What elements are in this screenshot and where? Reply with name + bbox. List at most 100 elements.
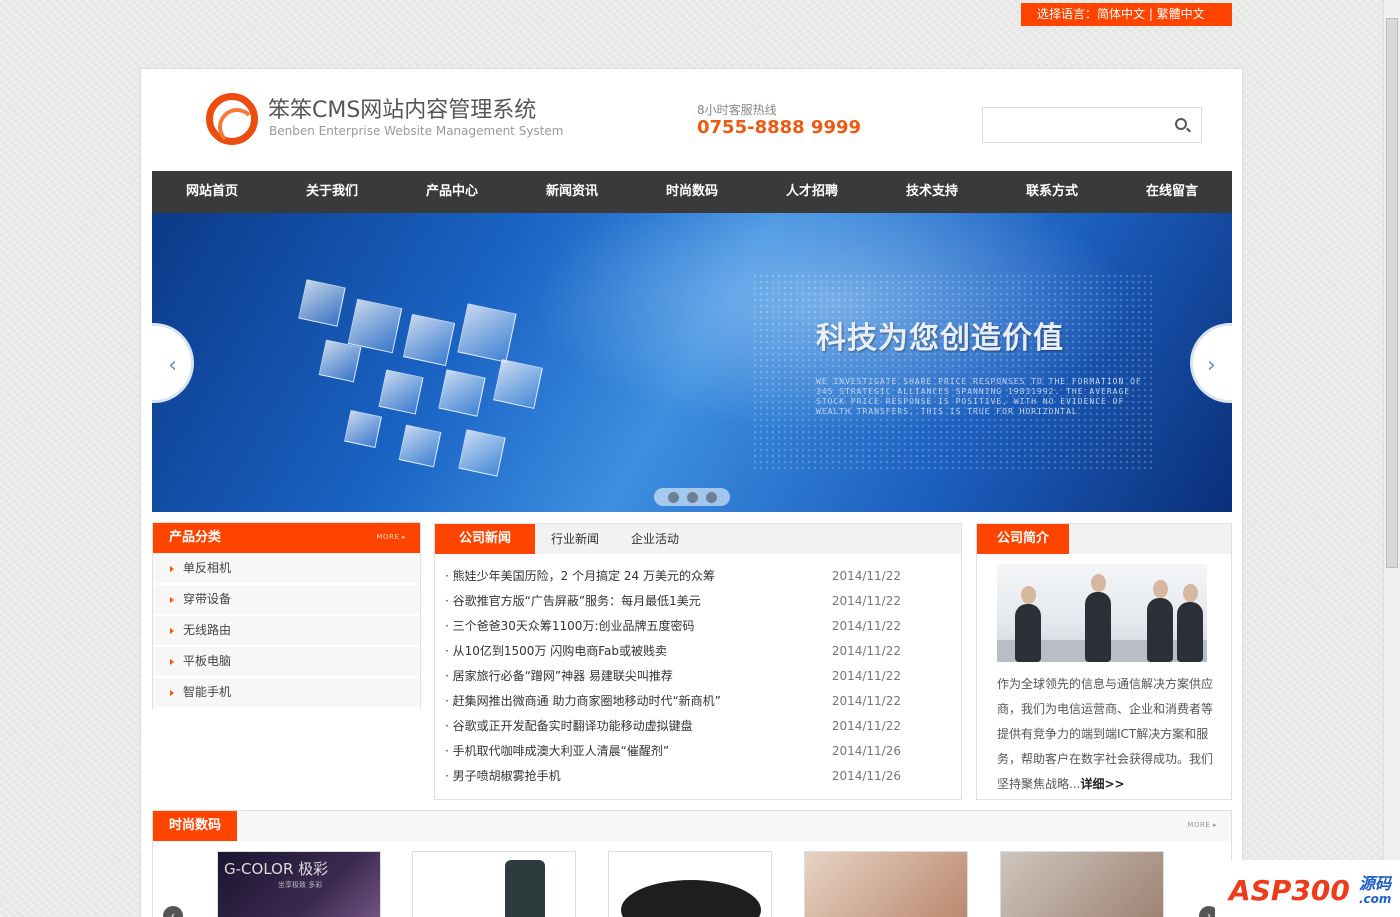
banner-dot[interactable]: [705, 491, 717, 503]
company-intro: 公司简介 作为全球领先的信息与通信解决方案供应商，我们为电信运营商、企业和消费者…: [976, 523, 1232, 800]
product-thumb[interactable]: G-COLOR 极彩 坐享极致 多彩: [217, 851, 381, 917]
news-title[interactable]: · 三个爸爸30天众筹1100万:创业品牌五度密码: [445, 619, 694, 633]
fashion-title: 时尚数码: [153, 811, 238, 841]
banner-cube: [402, 313, 456, 367]
news-item[interactable]: · 谷歌或正开发配备实时翻译功能移动虚拟键盘 2014/11/22: [445, 714, 951, 739]
speaker-image: [621, 880, 761, 917]
nav-guestbook[interactable]: 在线留言: [1112, 171, 1232, 213]
phone-image: [505, 860, 545, 917]
chevron-left-icon: ‹: [170, 909, 176, 917]
news-date: 2014/11/22: [831, 694, 901, 708]
nav-products[interactable]: 产品中心: [392, 171, 512, 213]
news-item[interactable]: · 熊娃少年美国历险，2 个月搞定 24 万美元的众筹 2014/11/22: [445, 564, 951, 589]
watermark-suffix: 源码: [1359, 874, 1392, 893]
banner-cube: [438, 369, 486, 417]
nav-digital[interactable]: 时尚数码: [632, 171, 752, 213]
news-list: · 熊娃少年美国历险，2 个月搞定 24 万美元的众筹 2014/11/22 · …: [445, 564, 951, 789]
thumb-subtext: 坐享极致 多彩: [278, 881, 323, 889]
news-date: 2014/11/22: [831, 719, 901, 733]
logo-icon[interactable]: [206, 93, 258, 146]
news-item[interactable]: · 赶集网推出微商通 助力商家圈地移动时代“新商机” 2014/11/22: [445, 689, 951, 714]
scrollbar-thumb[interactable]: [1386, 18, 1398, 568]
banner-prev-button[interactable]: ‹: [152, 323, 194, 403]
banner-subtitle: WE INVESTIGATE SHARE PRICE RESPONSES TO …: [816, 377, 1142, 416]
nav-contact[interactable]: 联系方式: [992, 171, 1112, 213]
news-item[interactable]: · 从10亿到1500万 闪购电商Fab或被贱卖 2014/11/22: [445, 639, 951, 664]
intro-photo: [997, 564, 1207, 662]
news-title[interactable]: · 从10亿到1500万 闪购电商Fab或被贱卖: [445, 644, 667, 658]
banner-cube: [493, 359, 543, 409]
category-item[interactable]: 单反相机: [153, 554, 420, 585]
banner-dot[interactable]: [686, 491, 698, 503]
language-switcher[interactable]: 选择语言：简体中文 | 繁體中文: [1021, 3, 1232, 26]
fashion-more-link[interactable]: MORE ▸: [1187, 821, 1217, 829]
chevron-right-icon: ›: [1206, 909, 1212, 917]
categories-more-link[interactable]: MORE ▸: [376, 533, 406, 541]
nav-support[interactable]: 技术支持: [872, 171, 992, 213]
banner-cube: [344, 410, 382, 448]
news-title[interactable]: · 谷歌推官方版“广告屏蔽”服务：每月最低1美元: [445, 594, 701, 608]
search-icon[interactable]: [1175, 118, 1187, 130]
main-nav: 网站首页 关于我们 产品中心 新闻资讯 时尚数码 人才招聘 技术支持 联系方式 …: [152, 171, 1232, 213]
categories-title: 产品分类: [153, 523, 238, 553]
product-thumb[interactable]: [1000, 851, 1164, 917]
thumb-text: G-COLOR 极彩: [224, 860, 329, 878]
product-thumb[interactable]: [804, 851, 968, 917]
news-title[interactable]: · 谷歌或正开发配备实时翻译功能移动虚拟键盘: [445, 719, 693, 733]
person-figure: [1147, 580, 1173, 662]
category-item[interactable]: 平板电脑: [153, 647, 420, 678]
banner-cube: [398, 424, 442, 468]
product-thumb[interactable]: [412, 851, 576, 917]
banner-next-button[interactable]: ›: [1190, 323, 1232, 403]
news-title[interactable]: · 男子喷胡椒雾抢手机: [445, 769, 561, 783]
tab-events[interactable]: 企业活动: [631, 524, 679, 554]
news-date: 2014/11/26: [831, 769, 901, 783]
banner-cube: [318, 339, 362, 383]
banner-cube: [378, 369, 424, 415]
person-figure: [1177, 584, 1203, 662]
news-date: 2014/11/22: [831, 669, 901, 683]
search-input[interactable]: [983, 108, 1163, 142]
news-title[interactable]: · 赶集网推出微商通 助力商家圈地移动时代“新商机”: [445, 694, 721, 708]
news-item[interactable]: · 居家旅行必备“蹭网”神器 易建联尖叫推荐 2014/11/22: [445, 664, 951, 689]
nav-home[interactable]: 网站首页: [152, 171, 272, 213]
hero-banner: 科技为您创造价值 WE INVESTIGATE SHARE PRICE RESP…: [152, 213, 1232, 512]
category-item[interactable]: 无线路由: [153, 616, 420, 647]
logo-title[interactable]: 笨笨CMS网站内容管理系统: [268, 92, 536, 124]
news-title[interactable]: · 手机取代咖啡成澳大利亚人清晨“催醒剂”: [445, 744, 669, 758]
news-item[interactable]: · 三个爸爸30天众筹1100万:创业品牌五度密码 2014/11/22: [445, 614, 951, 639]
news-date: 2014/11/22: [831, 569, 901, 583]
product-thumb[interactable]: [608, 851, 772, 917]
category-item[interactable]: 穿带设备: [153, 585, 420, 616]
news-item[interactable]: · 谷歌推官方版“广告屏蔽”服务：每月最低1美元 2014/11/22: [445, 589, 951, 614]
nav-jobs[interactable]: 人才招聘: [752, 171, 872, 213]
intro-more-link[interactable]: 详细>>: [1080, 777, 1124, 791]
scrollbar[interactable]: [1383, 0, 1400, 917]
carousel-prev-button[interactable]: ‹: [163, 906, 183, 917]
intro-header: 公司简介: [977, 524, 1231, 554]
category-item[interactable]: 智能手机: [153, 678, 420, 709]
news-title[interactable]: · 熊娃少年美国历险，2 个月搞定 24 万美元的众筹: [445, 569, 715, 583]
tab-company-news[interactable]: 公司新闻: [435, 524, 535, 554]
logo-subtitle: Benben Enterprise Website Management Sys…: [269, 124, 564, 138]
hotline-label: 8小时客服热线: [697, 103, 777, 117]
news-date: 2014/11/22: [831, 594, 901, 608]
news-date: 2014/11/22: [831, 644, 901, 658]
banner-dot[interactable]: [667, 491, 679, 503]
nav-news[interactable]: 新闻资讯: [512, 171, 632, 213]
hotline-number: 0755-8888 9999: [697, 117, 862, 138]
person-figure: [1015, 586, 1041, 662]
intro-title: 公司简介: [977, 524, 1070, 554]
categories-header: 产品分类 MORE ▸: [153, 523, 420, 553]
fashion-digital-section: 时尚数码 MORE ▸ ‹ G-COLOR 极彩 坐享极致 多彩 ›: [152, 810, 1232, 917]
news-item[interactable]: · 手机取代咖啡成澳大利亚人清晨“催醒剂” 2014/11/26: [445, 739, 951, 764]
news-title[interactable]: · 居家旅行必备“蹭网”神器 易建联尖叫推荐: [445, 669, 673, 683]
banner-cube: [457, 303, 517, 363]
intro-body: 作为全球领先的信息与通信解决方案供应商，我们为电信运营商、企业和消费者等提供有竞…: [997, 677, 1214, 791]
news-tabs: 公司新闻 行业新闻 企业活动: [435, 524, 961, 554]
watermark-logo: ASP300 源码 .com: [1215, 860, 1400, 917]
category-list: 单反相机 穿带设备 无线路由 平板电脑 智能手机: [153, 554, 420, 709]
tab-industry-news[interactable]: 行业新闻: [551, 524, 599, 554]
nav-about[interactable]: 关于我们: [272, 171, 392, 213]
news-item[interactable]: · 男子喷胡椒雾抢手机 2014/11/26: [445, 764, 951, 789]
